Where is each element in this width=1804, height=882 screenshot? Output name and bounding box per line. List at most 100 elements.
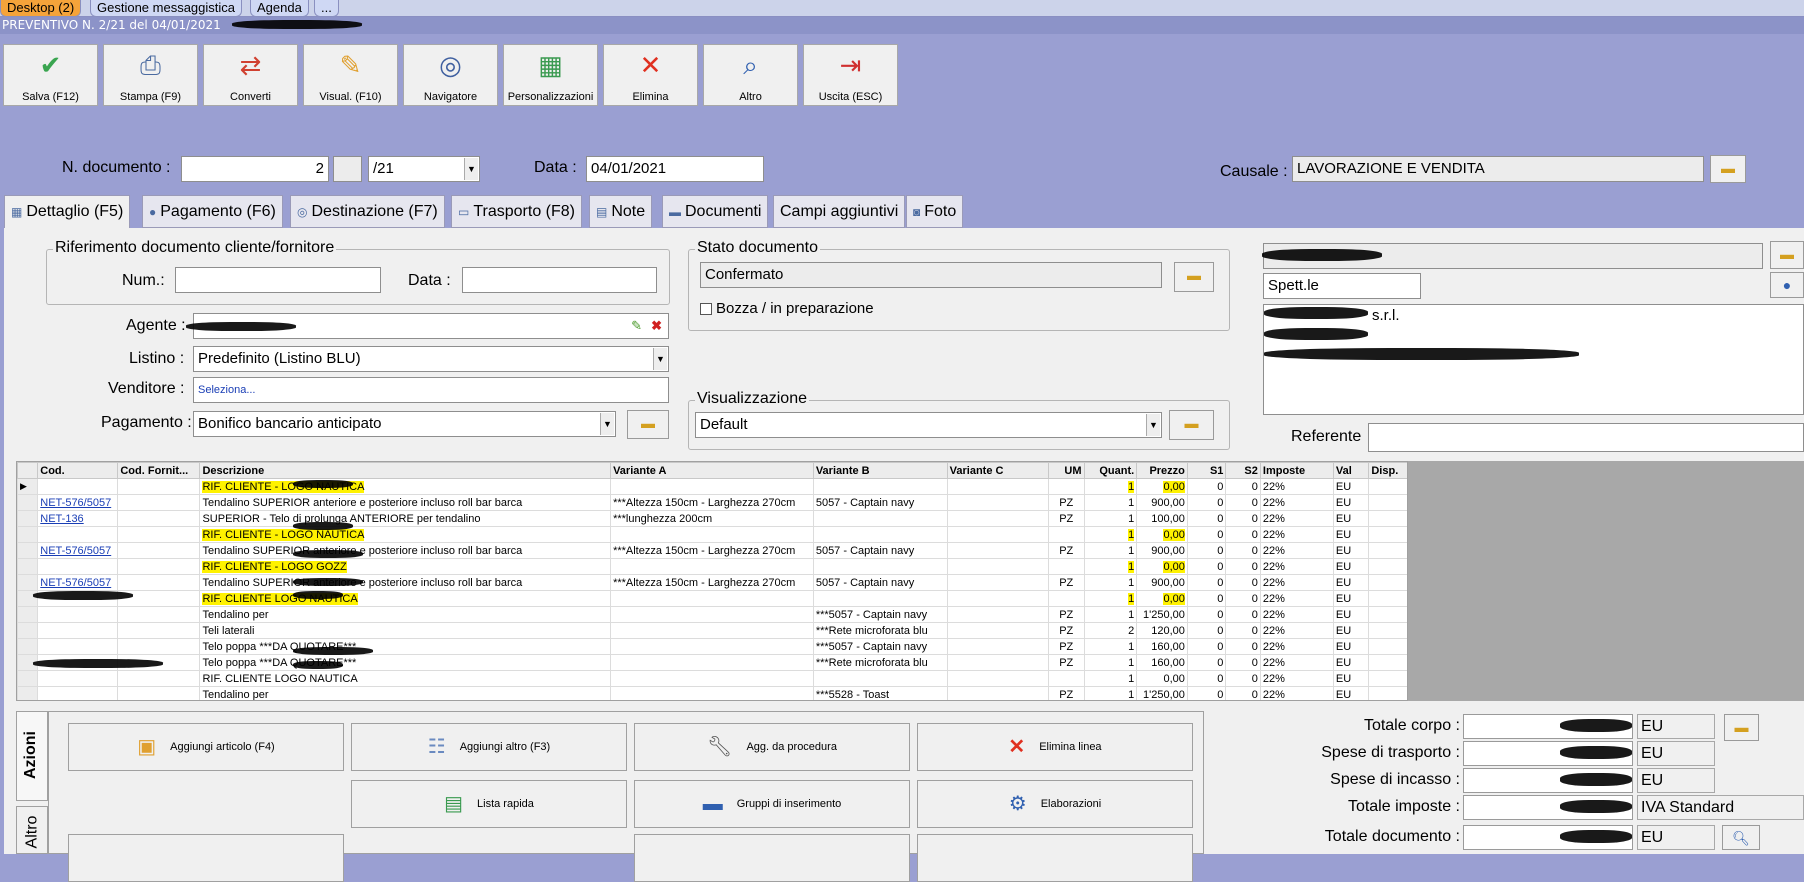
cell-imp[interactable]: 22% — [1259, 654, 1334, 671]
table-row[interactable]: Teli laterali ***Rete microforata blu PZ 2 1… — [17, 622, 1407, 639]
cell-s1[interactable]: 0 — [1186, 686, 1227, 700]
cell-s1[interactable]: 0 — [1186, 574, 1227, 591]
table-row[interactable]: NET-136 SUPERIOR - Telo di prolunga ANTER… — [17, 510, 1407, 527]
cell-q[interactable]: 1 — [1083, 670, 1138, 687]
cell-disp[interactable] — [1368, 526, 1407, 543]
cell-vc[interactable] — [946, 558, 1050, 575]
cell-s2[interactable]: 0 — [1225, 686, 1261, 700]
cell-disp[interactable] — [1368, 638, 1407, 655]
cell-q[interactable]: 1 — [1083, 494, 1138, 511]
cell-desc[interactable]: Tendalino SUPERIOR anteriore e posterior… — [199, 494, 612, 511]
cell-s1[interactable]: 0 — [1186, 526, 1227, 543]
cell-p[interactable]: 160,00 — [1136, 654, 1188, 671]
cell-um[interactable]: PZ — [1048, 574, 1085, 591]
pencil-icon[interactable]: ✎ — [631, 314, 642, 338]
cell-p[interactable]: 900,00 — [1136, 542, 1188, 559]
cell-cod[interactable] — [37, 686, 119, 700]
cell-vc[interactable] — [946, 670, 1050, 687]
cell-p[interactable]: 1'250,00 — [1136, 686, 1188, 700]
pagamento-combo[interactable]: Bonifico bancario anticipato ▼ — [193, 411, 616, 437]
cell-s2[interactable]: 0 — [1225, 558, 1261, 575]
cell-p[interactable]: 0,00 — [1136, 670, 1188, 687]
cell-cod[interactable]: NET-136 — [37, 510, 119, 527]
cell-imp[interactable]: 22% — [1259, 558, 1334, 575]
column-header[interactable]: Cod. — [37, 462, 119, 479]
cell-um[interactable] — [1048, 478, 1085, 495]
table-row[interactable]: Tendalino per ***5528 - Toast PZ 1 1'250,00 0… — [17, 686, 1407, 700]
cell-vc[interactable] — [946, 606, 1050, 623]
cell-p[interactable]: 900,00 — [1136, 574, 1188, 591]
row-selector[interactable] — [17, 558, 39, 575]
cell-cod[interactable]: NET-576/5057 — [37, 542, 119, 559]
row-selector[interactable] — [17, 494, 39, 511]
cell-s2[interactable]: 0 — [1225, 478, 1261, 495]
cell-desc[interactable]: Tendalino SUPERIOR anteriore e posterior… — [199, 574, 612, 591]
cell-q[interactable]: 1 — [1083, 590, 1138, 607]
cell-s1[interactable]: 0 — [1186, 606, 1227, 623]
cell-p[interactable]: 160,00 — [1136, 638, 1188, 655]
toolbar-button-elimina[interactable]: ✕ Elimina — [603, 44, 698, 106]
cell-va[interactable] — [610, 558, 814, 575]
cell-desc[interactable]: Teli laterali — [199, 622, 612, 639]
lista-rapida-button[interactable]: ▤ Lista rapida — [351, 780, 627, 828]
cell-s2[interactable]: 0 — [1225, 606, 1261, 623]
cell-desc[interactable]: RIF. CLIENTE LOGO NAUTICA — [199, 590, 612, 607]
cell-desc[interactable]: RIF. CLIENTE LOGO NAUTICA — [199, 670, 612, 687]
cell-disp[interactable] — [1368, 574, 1407, 591]
table-row[interactable]: RIF. CLIENTE - LOGO GOZZ 1 0,00 0 0 22% EU — [17, 558, 1407, 575]
listino-combo[interactable]: Predefinito (Listino BLU) ▼ — [193, 346, 669, 372]
cell-vc[interactable] — [946, 574, 1050, 591]
data-input[interactable]: 04/01/2021 — [586, 156, 764, 182]
cell-imp[interactable]: 22% — [1259, 686, 1334, 700]
cell-s1[interactable]: 0 — [1186, 558, 1227, 575]
cell-val[interactable]: EU — [1332, 590, 1370, 607]
cell-q[interactable]: 1 — [1083, 558, 1138, 575]
cell-va[interactable] — [610, 478, 814, 495]
table-row[interactable]: NET-576/5057 Tendalino SUPERIOR anteriore… — [17, 574, 1407, 591]
venditore-field[interactable]: Seleziona... — [193, 377, 669, 403]
cell-imp[interactable]: 22% — [1259, 590, 1334, 607]
top-tab-more[interactable]: ... — [314, 0, 339, 17]
spett-field[interactable]: Spett.le — [1263, 273, 1421, 299]
cell-s1[interactable]: 0 — [1186, 510, 1227, 527]
cell-p[interactable]: 0,00 — [1136, 590, 1188, 607]
cell-imp[interactable]: 22% — [1259, 526, 1334, 543]
cell-cf[interactable] — [117, 638, 201, 655]
cell-disp[interactable] — [1368, 686, 1407, 700]
cell-s1[interactable]: 0 — [1186, 670, 1227, 687]
elimina-linea-button[interactable]: ✕ Elimina linea — [917, 723, 1193, 771]
cell-val[interactable]: EU — [1332, 670, 1370, 687]
cell-desc[interactable]: RIF. CLIENTE - LOGO GOZZ — [199, 558, 612, 575]
remove-icon[interactable]: ✖ — [651, 314, 662, 338]
cell-p[interactable]: 0,00 — [1136, 558, 1188, 575]
chevron-down-icon[interactable]: ▼ — [600, 413, 614, 435]
toolbar-button-stampa-f9[interactable]: ⎙ Stampa (F9) — [103, 44, 198, 106]
tab-foto[interactable]: ◙ Foto — [906, 195, 964, 228]
row-selector[interactable] — [17, 622, 39, 639]
cell-s2[interactable]: 0 — [1225, 590, 1261, 607]
top-tab-agenda[interactable]: Agenda — [250, 0, 309, 17]
cell-imp[interactable]: 22% — [1259, 638, 1334, 655]
pagamento-folder-button[interactable]: ▬ — [627, 410, 669, 439]
cell-val[interactable]: EU — [1332, 526, 1370, 543]
cell-um[interactable]: PZ — [1048, 542, 1085, 559]
aggiungi-altro-button[interactable]: ☷ Aggiungi altro (F3) — [351, 723, 627, 771]
column-header[interactable]: Disp. — [1368, 462, 1407, 479]
ndoc-input[interactable]: 2 — [181, 156, 329, 182]
cell-cf[interactable] — [117, 686, 201, 700]
cell-cf[interactable] — [117, 478, 201, 495]
num-input[interactable] — [175, 267, 381, 293]
cell-disp[interactable] — [1368, 622, 1407, 639]
cell-vb[interactable] — [812, 670, 948, 687]
cell-va[interactable]: ***lunghezza 200cm — [610, 510, 814, 527]
cell-um[interactable] — [1048, 670, 1085, 687]
cell-um[interactable] — [1048, 558, 1085, 575]
cell-s2[interactable]: 0 — [1225, 542, 1261, 559]
cell-vc[interactable] — [946, 622, 1050, 639]
column-header[interactable]: Cod. Fornit... — [117, 462, 201, 479]
referente-input[interactable] — [1368, 423, 1804, 452]
cell-val[interactable]: EU — [1332, 638, 1370, 655]
table-row[interactable]: Telo poppa ***DA QUOTARE*** ***5057 - Cap… — [17, 638, 1407, 655]
cell-q[interactable]: 1 — [1083, 686, 1138, 700]
cell-val[interactable]: EU — [1332, 606, 1370, 623]
